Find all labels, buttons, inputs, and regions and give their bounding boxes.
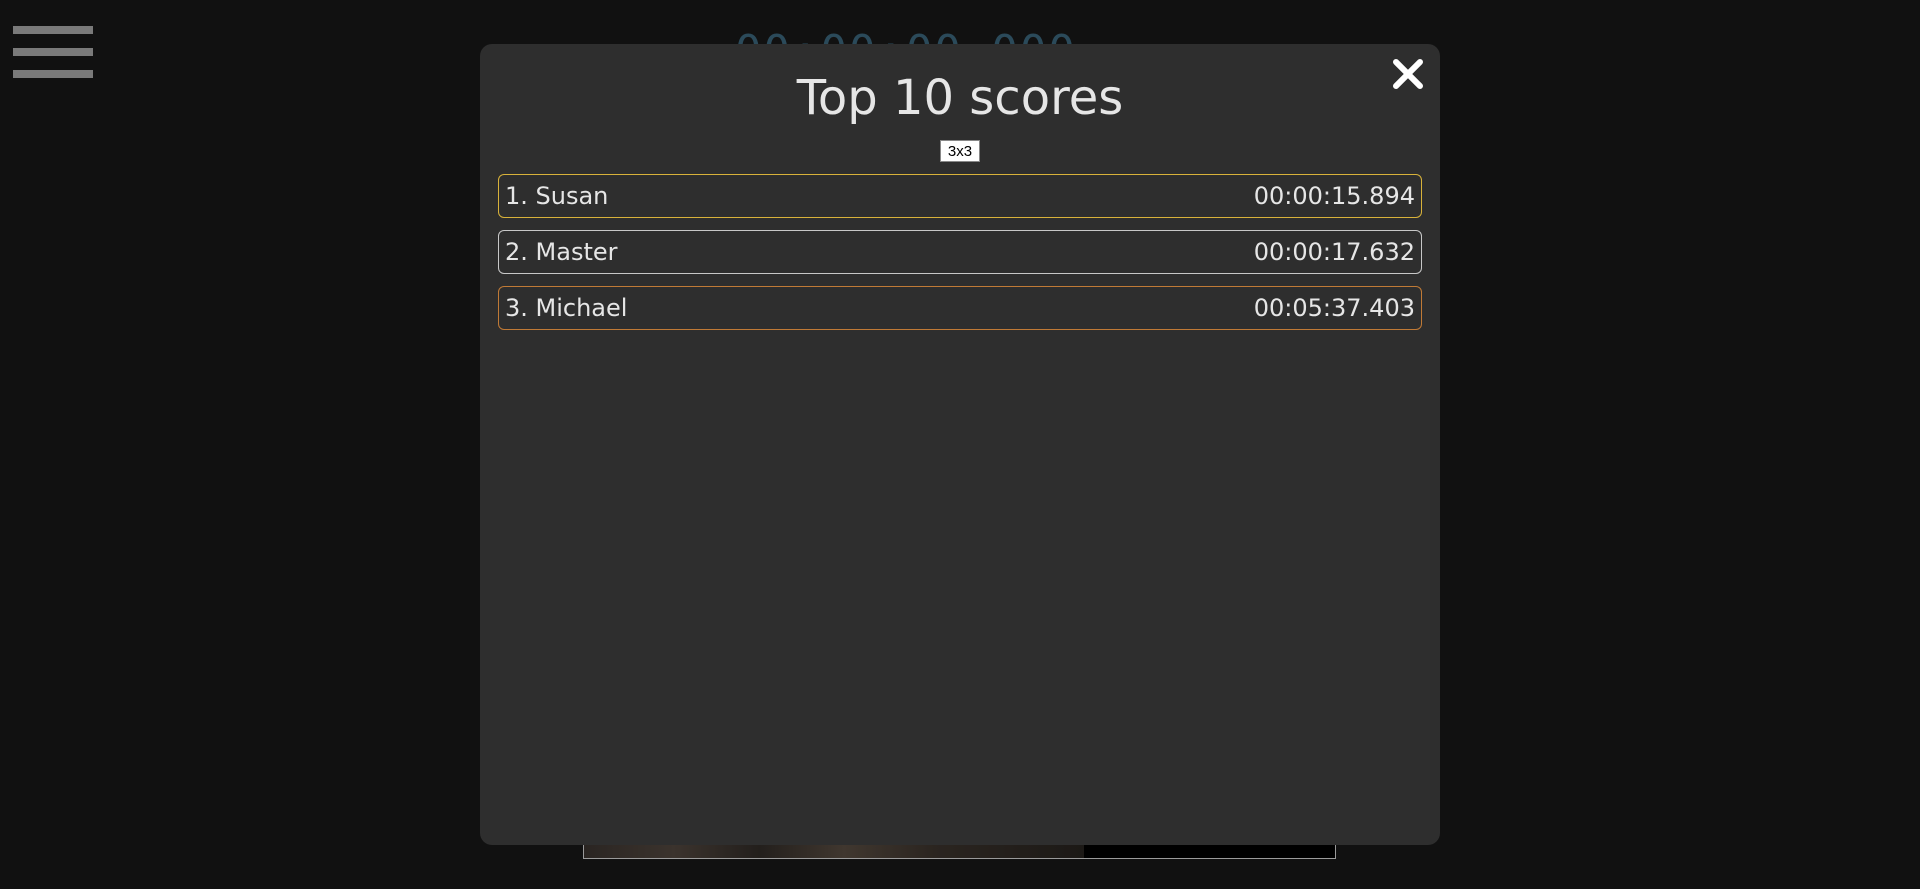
hamburger-line [13,48,93,56]
modal-title: Top 10 scores [796,70,1124,126]
score-row: 1. Susan 00:00:15.894 [498,174,1422,218]
score-row: 2. Master 00:00:17.632 [498,230,1422,274]
hamburger-menu-icon[interactable] [13,26,93,82]
score-player: 1. Susan [505,182,609,210]
scores-modal: Top 10 scores 3x3 1. Susan 00:00:15.894 … [480,44,1440,845]
hamburger-line [13,70,93,78]
score-time: 00:00:17.632 [1253,238,1415,266]
close-icon[interactable] [1388,54,1428,94]
score-time: 00:05:37.403 [1253,294,1415,322]
hamburger-line [13,26,93,34]
score-time: 00:00:15.894 [1253,182,1415,210]
score-player: 2. Master [505,238,618,266]
score-list: 1. Susan 00:00:15.894 2. Master 00:00:17… [498,174,1422,342]
score-row: 3. Michael 00:05:37.403 [498,286,1422,330]
score-player: 3. Michael [505,294,628,322]
puzzle-size-select[interactable]: 3x3 [940,140,980,162]
